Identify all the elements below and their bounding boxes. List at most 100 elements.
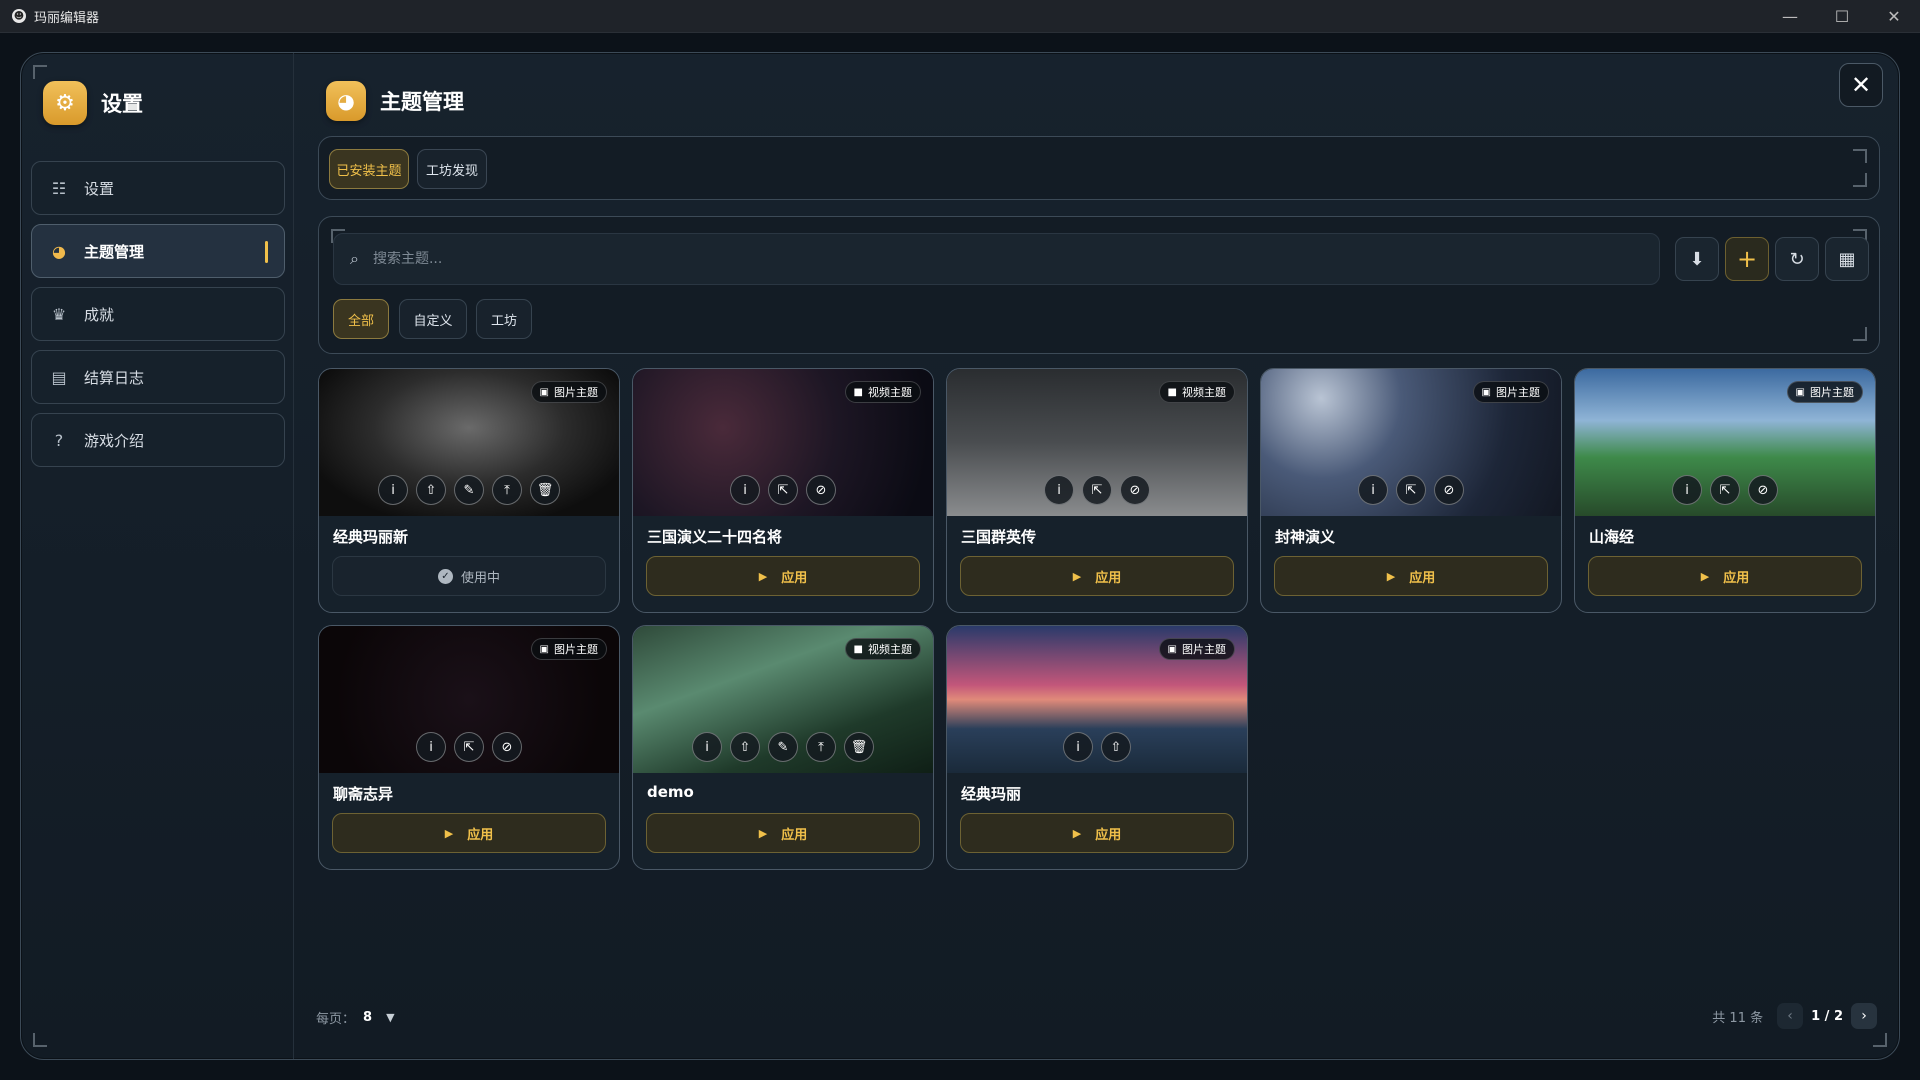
info-icon[interactable]: i	[416, 732, 446, 762]
palette-icon: ◕	[326, 81, 366, 121]
theme-card[interactable]: ■ 视频主题 i ⇱ ⊘ 三国演义二十四名将 ▶ 应用	[632, 368, 934, 613]
apply-button[interactable]: ▶ 应用	[646, 556, 920, 596]
apply-button[interactable]: ▶ 应用	[1588, 556, 1862, 596]
upload-icon[interactable]: ⇧	[416, 475, 446, 505]
external-link-icon[interactable]: ⇱	[1082, 475, 1112, 505]
play-icon: ▶	[758, 826, 768, 840]
theme-type-badge: ▣ 图片主题	[1472, 381, 1549, 403]
unlink-icon[interactable]: ⊘	[806, 475, 836, 505]
sliders-icon: ☷	[51, 178, 67, 198]
theme-name: 经典玛丽新	[333, 528, 409, 546]
theme-card[interactable]: ▣ 图片主题 i ⇱ ⊘ 山海经 ▶ 应用	[1574, 368, 1876, 613]
edit-icon[interactable]: ✎	[454, 475, 484, 505]
check-icon: ✓	[437, 568, 453, 584]
info-icon[interactable]: i	[1358, 475, 1388, 505]
close-button[interactable]: ✕	[1839, 63, 1883, 107]
theme-type-badge: ■ 视频主题	[844, 381, 921, 403]
sidebar-item[interactable]: ▤ 结算日志	[31, 350, 285, 404]
theme-type-label: 图片主题	[554, 386, 598, 399]
in-use-button: ✓ 使用中	[332, 556, 606, 596]
info-icon[interactable]: i	[692, 732, 722, 762]
external-link-icon[interactable]: ⇱	[768, 475, 798, 505]
button-label: 应用	[1409, 570, 1436, 586]
filter-workshop[interactable]: 工坊	[476, 299, 532, 339]
plus-icon: +	[1736, 245, 1758, 273]
card-actions: i ⇱ ⊘	[319, 732, 619, 762]
refresh-button[interactable]: ↻	[1775, 237, 1819, 281]
info-icon[interactable]: i	[1063, 732, 1093, 762]
store-button[interactable]: ▦	[1825, 237, 1869, 281]
upload-icon[interactable]: ⇧	[1101, 732, 1131, 762]
window-titlebar: ☻ 玛丽编辑器 — ☐ ✕	[0, 0, 1920, 33]
card-actions: i ⇧	[947, 732, 1247, 762]
theme-type-label: 图片主题	[1810, 386, 1854, 399]
apply-button[interactable]: ▶ 应用	[646, 813, 920, 853]
card-actions: i ⇱ ⊘	[633, 475, 933, 505]
trash-icon[interactable]: 🗑	[530, 475, 560, 505]
external-link-icon[interactable]: ⇱	[454, 732, 484, 762]
minimize-button[interactable]: —	[1764, 0, 1816, 33]
corner-decoration	[1853, 327, 1867, 341]
theme-card[interactable]: ▣ 图片主题 i ⇧ 经典玛丽 ▶ 应用	[946, 625, 1248, 870]
search-box: ⌕	[333, 233, 1660, 285]
info-icon[interactable]: i	[1672, 475, 1702, 505]
publish-icon[interactable]: ⤒	[806, 732, 836, 762]
trophy-icon: ♛	[51, 304, 67, 324]
chevron-down-icon[interactable]: ▼	[386, 1011, 394, 1024]
search-input[interactable]	[372, 251, 1573, 267]
next-page-button[interactable]: ›	[1851, 1003, 1877, 1029]
unlink-icon[interactable]: ⊘	[1120, 475, 1150, 505]
maximize-button[interactable]: ☐	[1816, 0, 1868, 33]
theme-type-badge: ▣ 图片主题	[1786, 381, 1863, 403]
download-button[interactable]: ⬇	[1675, 237, 1719, 281]
refresh-icon: ↻	[1789, 248, 1805, 270]
publish-icon[interactable]: ⤒	[492, 475, 522, 505]
tab-installed-themes[interactable]: 已安装主题	[329, 149, 409, 189]
tab-bar: 已安装主题 工坊发现	[318, 136, 1880, 200]
unlink-icon[interactable]: ⊘	[492, 732, 522, 762]
help-icon: ?	[54, 430, 64, 450]
apply-button[interactable]: ▶ 应用	[960, 813, 1234, 853]
prev-page-button[interactable]: ‹	[1777, 1003, 1804, 1029]
apply-button[interactable]: ▶ 应用	[332, 813, 606, 853]
trash-icon[interactable]: 🗑	[844, 732, 874, 762]
close-window-button[interactable]: ✕	[1868, 0, 1920, 33]
sidebar-nav: ☷ 设置 ◕ 主题管理 ♛ 成就 ▤ 结算日志 ? 游戏介绍	[31, 161, 285, 476]
unlink-icon[interactable]: ⊘	[1748, 475, 1778, 505]
sidebar-item[interactable]: ? 游戏介绍	[31, 413, 285, 467]
edit-icon[interactable]: ✎	[768, 732, 798, 762]
sidebar-item-label: 成就	[84, 305, 115, 324]
sidebar-item[interactable]: ☷ 设置	[31, 161, 285, 215]
info-icon[interactable]: i	[730, 475, 760, 505]
theme-card[interactable]: ▣ 图片主题 i ⇱ ⊘ 封神演义 ▶ 应用	[1260, 368, 1562, 613]
info-icon[interactable]: i	[378, 475, 408, 505]
card-actions: i ⇱ ⊘	[1575, 475, 1875, 505]
filter-all[interactable]: 全部	[333, 299, 389, 339]
add-theme-button[interactable]: +	[1725, 237, 1769, 281]
theme-name: 封神演义	[1275, 528, 1336, 546]
sidebar-item[interactable]: ♛ 成就	[31, 287, 285, 341]
sidebar-item-label: 设置	[84, 179, 115, 198]
info-icon[interactable]: i	[1044, 475, 1074, 505]
per-page-selector[interactable]: 每页： 8 ▼	[316, 1008, 395, 1027]
apply-button[interactable]: ▶ 应用	[960, 556, 1234, 596]
theme-name: 聊斋志异	[333, 785, 394, 803]
apply-button[interactable]: ▶ 应用	[1274, 556, 1548, 596]
filter-box: ⌕ ⬇ + ↻ ▦ 全部 自定义 工坊	[318, 216, 1880, 354]
filter-custom[interactable]: 自定义	[399, 299, 467, 339]
video-icon: ■	[853, 386, 863, 398]
theme-card[interactable]: ■ 视频主题 i ⇧ ✎ ⤒ 🗑 demo ▶ 应用	[632, 625, 934, 870]
theme-card[interactable]: ▣ 图片主题 i ⇱ ⊘ 聊斋志异 ▶ 应用	[318, 625, 620, 870]
external-link-icon[interactable]: ⇱	[1710, 475, 1740, 505]
theme-card[interactable]: ▣ 图片主题 i ⇧ ✎ ⤒ 🗑 经典玛丽新 ✓ 使用中	[318, 368, 620, 613]
upload-icon[interactable]: ⇧	[730, 732, 760, 762]
theme-card[interactable]: ■ 视频主题 i ⇱ ⊘ 三国群英传 ▶ 应用	[946, 368, 1248, 613]
external-link-icon[interactable]: ⇱	[1396, 475, 1426, 505]
play-icon: ▶	[758, 569, 768, 583]
sidebar-item[interactable]: ◕ 主题管理	[31, 224, 285, 278]
theme-type-label: 图片主题	[1182, 643, 1226, 656]
unlink-icon[interactable]: ⊘	[1434, 475, 1464, 505]
tab-workshop-discover[interactable]: 工坊发现	[417, 149, 487, 189]
main-content: ◕ 主题管理 ✕ 已安装主题 工坊发现 ⌕ ⬇ + ↻ ▦ 全部 自定义 工坊	[294, 53, 1899, 1059]
window-controls: — ☐ ✕	[1764, 0, 1920, 33]
